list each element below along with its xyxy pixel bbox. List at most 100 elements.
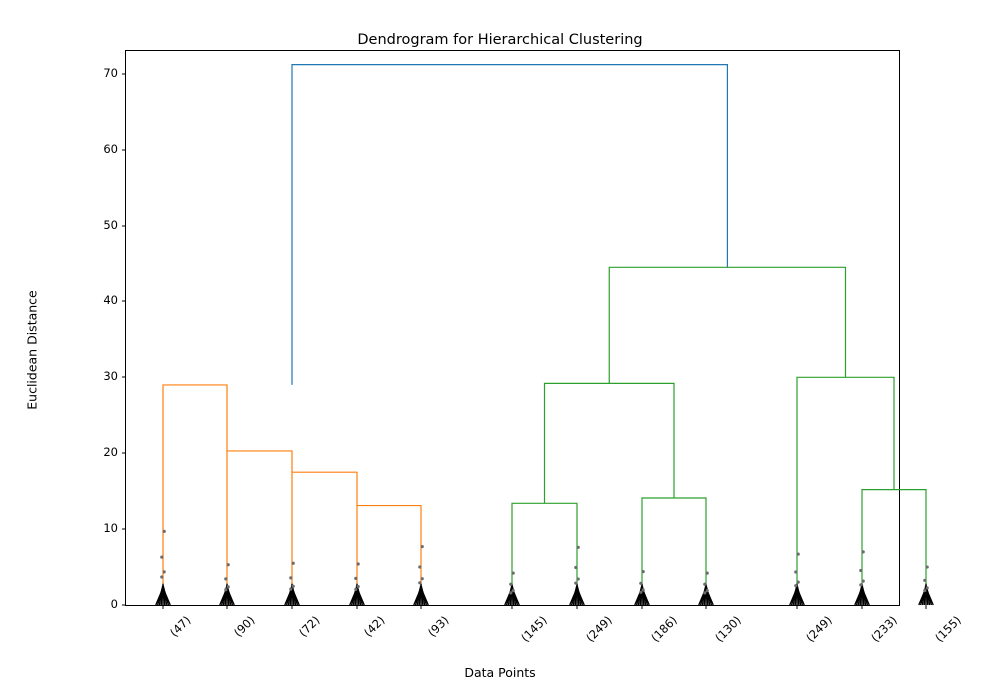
leaf-dot [923,589,926,592]
leaf-dot [797,553,800,556]
x-tick-label: (47) [167,613,194,640]
x-tick [797,605,798,609]
cluster-orange-mid2 [292,472,357,605]
cluster-green-right-r [862,490,926,605]
x-tick [862,605,863,609]
y-tick [122,149,126,150]
leaf-dot [289,588,292,591]
leaf-dot [224,588,227,591]
y-tick-label: 50 [103,218,118,232]
leaf-dot [706,589,709,592]
leaf-dot [421,577,424,580]
x-tick [577,605,578,609]
leaf-dot [642,570,645,573]
leaf-dot [926,565,929,568]
y-tick [122,225,126,226]
leaf-dot [862,579,865,582]
leaf-dot [926,586,929,589]
leaf-dot [418,581,421,584]
x-tick-label: (233) [868,613,900,645]
leaf-dot [160,556,163,559]
leaf-dot [703,583,706,586]
leaf-dot [574,581,577,584]
cluster-green-right-top [797,377,894,605]
x-tick [292,605,293,609]
leaf-dot [639,582,642,585]
y-tick [122,377,126,378]
leaf-dot [642,588,645,591]
leaf-dot [421,545,424,548]
x-tick [421,605,422,609]
leaf-dot [160,575,163,578]
y-tick-label: 0 [111,597,118,611]
leaf-dot [163,530,166,533]
y-tick-label: 60 [103,142,118,156]
x-axis-label: Data Points [0,665,1000,680]
cluster-green-top [609,267,845,383]
leaf-dot [859,569,862,572]
y-tick-label: 70 [103,66,118,80]
x-tick [357,605,358,609]
leaf-dot [797,581,800,584]
y-tick-label: 10 [103,521,118,535]
leaf-dot [862,550,865,553]
leaf-dot [512,572,515,575]
leaf-dot [512,589,515,592]
leaf-dot [354,588,357,591]
cluster-root [292,65,727,385]
x-tick-label: (93) [425,613,452,640]
leaf-dot [418,565,421,568]
x-tick [163,605,164,609]
leaf-dot [289,576,292,579]
leaf-dot [577,546,580,549]
x-tick-label: (249) [803,613,835,645]
cluster-green-left-r [642,498,706,605]
leaf-dot [577,577,580,580]
x-tick-label: (249) [583,613,615,645]
x-tick-label: (186) [648,613,680,645]
leaf-dot [706,572,709,575]
leaf-dot [794,570,797,573]
leaf-dot [357,585,360,588]
leaf-dot [703,591,706,594]
x-tick [512,605,513,609]
x-tick-label: (90) [231,613,258,640]
y-tick [122,605,126,606]
leaf-dot [574,566,577,569]
x-tick-label: (72) [296,613,323,640]
y-axis-label: Euclidean Distance [25,290,40,409]
leaf-dot [227,585,230,588]
leaf-dot [354,577,357,580]
y-tick-label: 40 [103,293,118,307]
dendrogram-svg [126,51,899,605]
y-tick-label: 20 [103,445,118,459]
cluster-orange-top [163,385,227,605]
x-tick-label: (155) [932,613,964,645]
cluster-orange-leaf [357,506,421,605]
leaf-dot [794,584,797,587]
y-tick [122,453,126,454]
leaf-dot [292,585,295,588]
leaf-dot [224,577,227,580]
leaf-dot [357,562,360,565]
leaf-dot [639,591,642,594]
x-tick [706,605,707,609]
x-tick-label: (145) [518,613,550,645]
leaf-dot [509,591,512,594]
cluster-green-left-l [512,503,577,605]
x-tick-label: (42) [361,613,388,640]
x-tick [227,605,228,609]
chart-title: Dendrogram for Hierarchical Clustering [0,32,1000,48]
leaf-dot [292,562,295,565]
plot-area: (47)(90)(72)(42)(93)(145)(249)(186)(130)… [125,50,900,606]
cluster-orange-mid1 [227,451,292,605]
leaf-dot [227,563,230,566]
y-tick [122,529,126,530]
leaf-dot [163,570,166,573]
y-tick [122,73,126,74]
x-tick [926,605,927,609]
cluster-green-left-top [545,383,675,503]
x-tick [642,605,643,609]
y-tick [122,301,126,302]
leaf-dot [923,579,926,582]
